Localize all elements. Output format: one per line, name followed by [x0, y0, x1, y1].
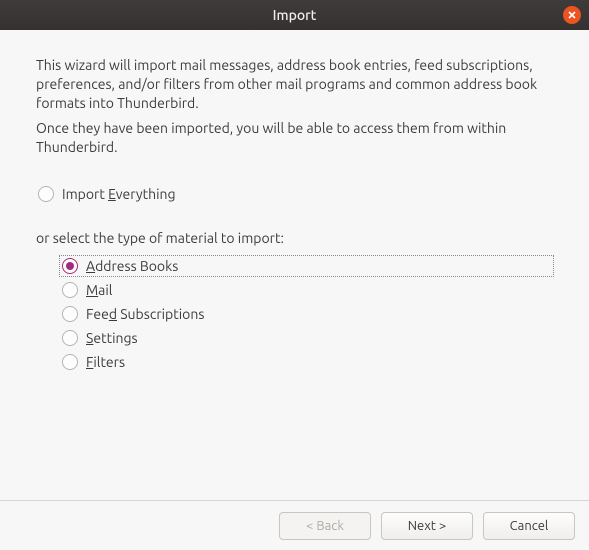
option-everything-section: Import Everything: [36, 184, 553, 204]
radio-feed-subscriptions[interactable]: Feed Subscriptions: [60, 304, 553, 324]
wizard-footer: < Back Next > Cancel: [0, 500, 589, 550]
close-button[interactable]: [563, 6, 581, 24]
radio-label: Feed Subscriptions: [86, 306, 204, 322]
intro-text: This wizard will import mail messages, a…: [36, 56, 553, 156]
radio-label: Import Everything: [62, 186, 176, 202]
next-button[interactable]: Next >: [381, 512, 473, 540]
radio-import-everything[interactable]: Import Everything: [36, 184, 553, 204]
window-title: Import: [0, 7, 589, 23]
radio-label: Settings: [86, 330, 138, 346]
intro-paragraph-2: Once they have been imported, you will b…: [36, 119, 553, 157]
wizard-body: This wizard will import mail messages, a…: [0, 30, 589, 500]
back-button: < Back: [279, 512, 371, 540]
titlebar: Import: [0, 0, 589, 30]
radio-label: Address Books: [86, 258, 178, 274]
radio-address-books[interactable]: Address Books: [60, 256, 553, 276]
radio-filters[interactable]: Filters: [60, 352, 553, 372]
radio-icon: [62, 330, 78, 346]
import-wizard-window: Import This wizard will import mail mess…: [0, 0, 589, 550]
radio-label: Mail: [86, 282, 112, 298]
intro-paragraph-1: This wizard will import mail messages, a…: [36, 56, 553, 113]
close-icon: [567, 10, 577, 20]
radio-icon: [62, 258, 78, 274]
subhead-text: or select the type of material to import…: [36, 230, 553, 246]
sub-options-group: Address Books Mail Feed Subscriptions Se…: [36, 256, 553, 372]
radio-mail[interactable]: Mail: [60, 280, 553, 300]
radio-settings[interactable]: Settings: [60, 328, 553, 348]
radio-icon: [62, 282, 78, 298]
radio-icon: [62, 354, 78, 370]
radio-icon: [62, 306, 78, 322]
radio-icon: [38, 186, 54, 202]
cancel-button[interactable]: Cancel: [483, 512, 575, 540]
radio-label: Filters: [86, 354, 125, 370]
